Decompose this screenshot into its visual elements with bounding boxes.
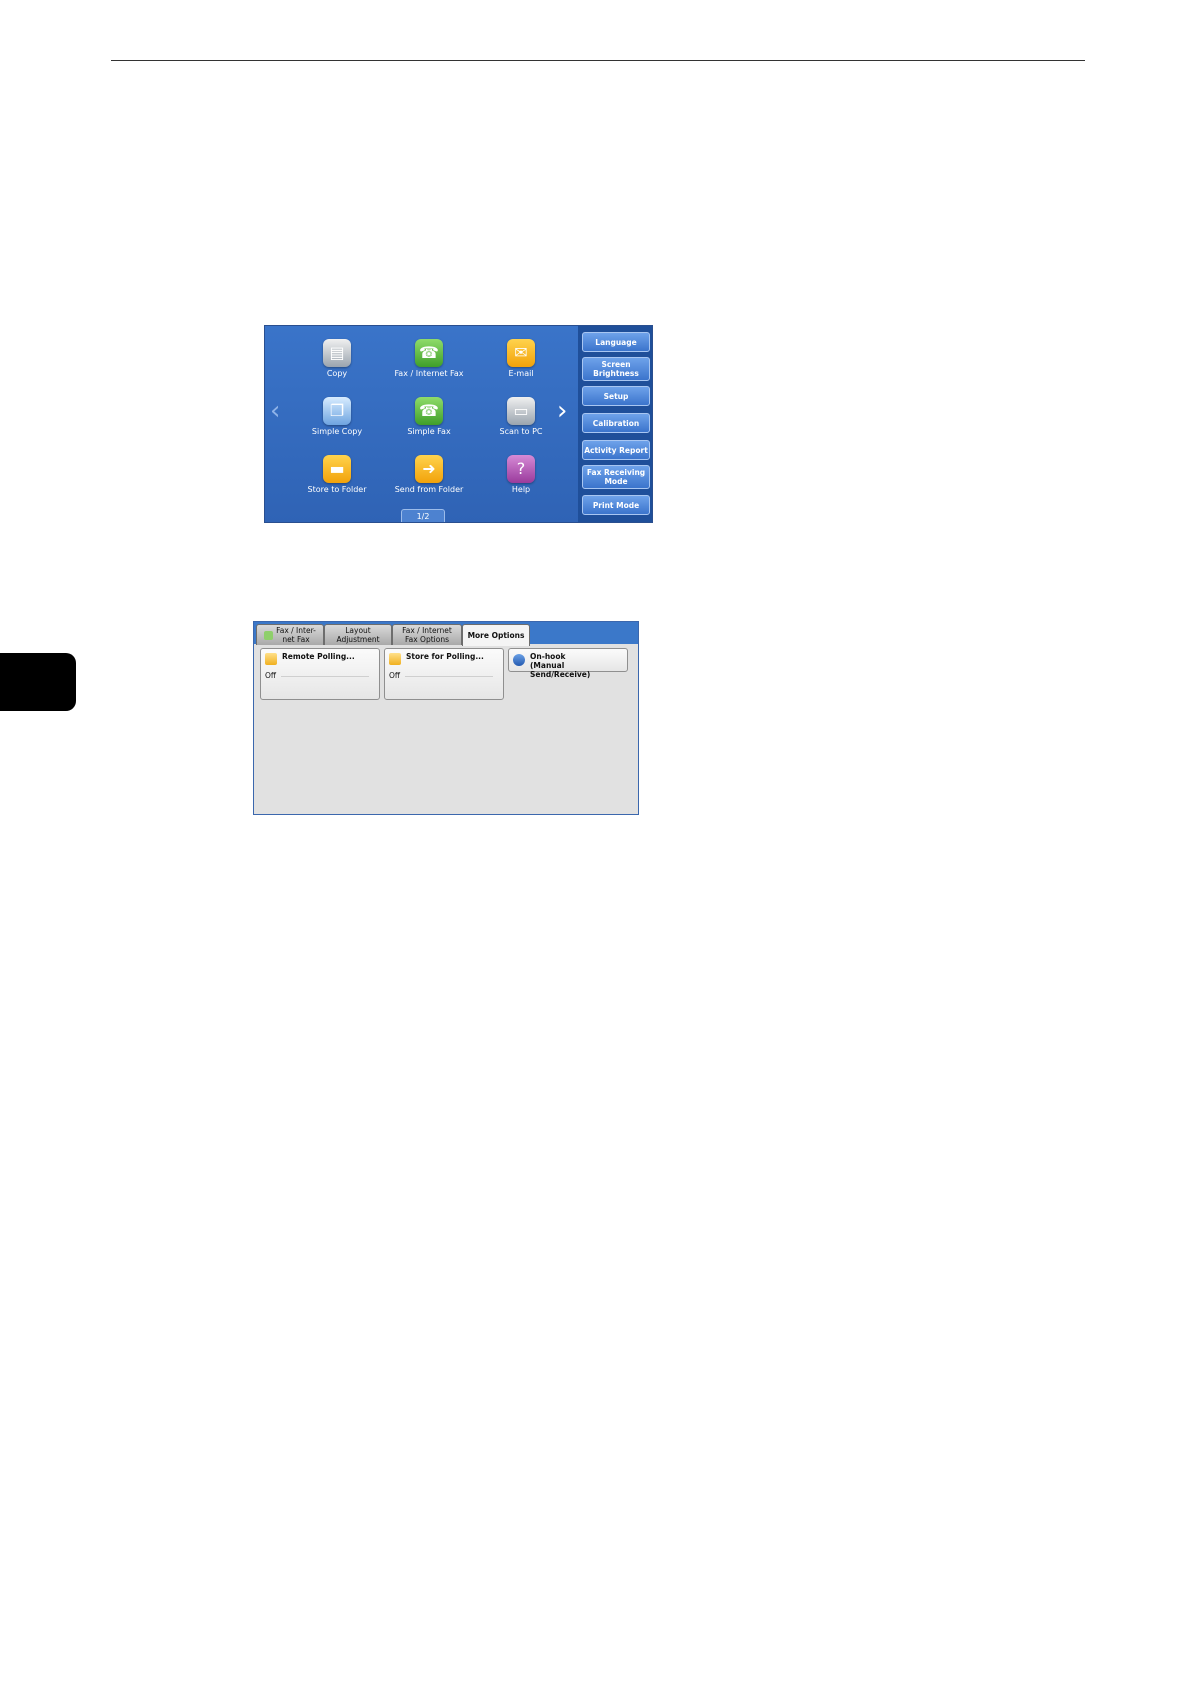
app-label: Fax / Internet Fax bbox=[394, 369, 464, 378]
app-help[interactable]: ? Help bbox=[471, 447, 571, 499]
tab-label-line1: Fax / Internet bbox=[402, 626, 452, 635]
chapter-tab-marker bbox=[0, 653, 76, 711]
app-label: Store to Folder bbox=[307, 485, 367, 494]
tab-label: Layout Adjustment bbox=[336, 626, 379, 644]
app-label: Help bbox=[511, 485, 531, 494]
chevron-left-icon[interactable]: ‹ bbox=[270, 398, 280, 424]
screen-brightness-button[interactable]: Screen Brightness bbox=[582, 357, 650, 381]
send-from-folder-icon: ➜ bbox=[415, 455, 443, 483]
app-scan-to-pc[interactable]: ▭ Scan to PC bbox=[471, 389, 571, 441]
app-copy[interactable]: ▤ Copy bbox=[287, 331, 387, 383]
page-indicator: 1/2 bbox=[401, 509, 445, 522]
tab-label: Fax / Internet Fax Options bbox=[402, 626, 452, 644]
app-label: Scan to PC bbox=[499, 427, 543, 436]
home-screen: ▤ Copy ☎ Fax / Internet Fax ✉ E-mail ❐ S… bbox=[264, 325, 653, 523]
tab-label-line2: Adjustment bbox=[336, 635, 380, 644]
side-panel: Language Screen Brightness Setup Calibra… bbox=[578, 326, 652, 522]
fax-icon: ☎ bbox=[415, 339, 443, 367]
tab-label: Fax / Inter-net Fax bbox=[276, 626, 316, 644]
activity-report-button[interactable]: Activity Report bbox=[582, 440, 650, 460]
tab-label: More Options bbox=[467, 631, 525, 640]
remote-polling-icon bbox=[265, 653, 277, 665]
app-simple-fax[interactable]: ☎ Simple Fax bbox=[379, 389, 479, 441]
option-title: Remote Polling... bbox=[282, 652, 355, 661]
simple-copy-icon: ❐ bbox=[323, 397, 351, 425]
divider bbox=[281, 676, 369, 677]
fax-more-options-screen: Fax / Inter-net Fax Layout Adjustment Fax… bbox=[253, 621, 639, 815]
tab-fax-internet-fax[interactable]: Fax / Inter-net Fax bbox=[256, 624, 324, 645]
app-label: Simple Fax bbox=[407, 427, 451, 436]
option-value: Off bbox=[265, 671, 277, 680]
fax-receiving-mode-button[interactable]: Fax Receiving Mode bbox=[582, 465, 650, 489]
option-title-line1: On-hook bbox=[530, 652, 566, 661]
option-title: Store for Polling... bbox=[406, 652, 484, 661]
option-title: On-hook (Manual Send/Receive) bbox=[530, 652, 627, 679]
folder-icon: ▬ bbox=[323, 455, 351, 483]
app-label: Simple Copy bbox=[311, 427, 363, 436]
tab-bar: Fax / Inter-net Fax Layout Adjustment Fax… bbox=[254, 622, 638, 646]
tab-label-line1: Fax / Inter- bbox=[276, 626, 316, 635]
tab-more-options[interactable]: More Options bbox=[462, 624, 530, 646]
header-rule bbox=[111, 60, 1085, 61]
chevron-right-icon[interactable]: › bbox=[557, 398, 567, 424]
copy-icon: ▤ bbox=[323, 339, 351, 367]
tab-label-line1: Layout bbox=[345, 626, 371, 635]
app-email[interactable]: ✉ E-mail bbox=[471, 331, 571, 383]
divider bbox=[405, 676, 493, 677]
scan-to-pc-icon: ▭ bbox=[507, 397, 535, 425]
app-label: Copy bbox=[326, 369, 348, 378]
app-grid: ▤ Copy ☎ Fax / Internet Fax ✉ E-mail ❐ S… bbox=[265, 326, 578, 522]
app-send-from-folder[interactable]: ➜ Send from Folder bbox=[379, 447, 479, 499]
store-for-polling-button[interactable]: Store for Polling... Off bbox=[384, 648, 504, 700]
app-label: E-mail bbox=[508, 369, 534, 378]
app-label: Send from Folder bbox=[394, 485, 464, 494]
option-title-line2: (Manual Send/Receive) bbox=[530, 661, 591, 679]
option-value: Off bbox=[389, 671, 401, 680]
simple-fax-icon: ☎ bbox=[415, 397, 443, 425]
app-fax-internet-fax[interactable]: ☎ Fax / Internet Fax bbox=[379, 331, 479, 383]
phone-icon bbox=[513, 654, 525, 666]
language-button[interactable]: Language bbox=[582, 332, 650, 352]
calibration-button[interactable]: Calibration bbox=[582, 413, 650, 433]
tab-fax-internet-fax-options[interactable]: Fax / Internet Fax Options bbox=[392, 624, 462, 645]
on-hook-button[interactable]: On-hook (Manual Send/Receive) bbox=[508, 648, 628, 679]
email-icon: ✉ bbox=[507, 339, 535, 367]
tab-label-line2: Fax Options bbox=[405, 635, 449, 644]
store-for-polling-icon bbox=[389, 653, 401, 665]
setup-button[interactable]: Setup bbox=[582, 386, 650, 406]
print-mode-button[interactable]: Print Mode bbox=[582, 495, 650, 515]
help-icon: ? bbox=[507, 455, 535, 483]
tab-layout-adjustment[interactable]: Layout Adjustment bbox=[324, 624, 392, 645]
app-store-to-folder[interactable]: ▬ Store to Folder bbox=[287, 447, 387, 499]
app-simple-copy[interactable]: ❐ Simple Copy bbox=[287, 389, 387, 441]
fax-tab-icon bbox=[264, 630, 274, 640]
tab-label-line2: net Fax bbox=[282, 635, 310, 644]
remote-polling-button[interactable]: Remote Polling... Off bbox=[260, 648, 380, 700]
